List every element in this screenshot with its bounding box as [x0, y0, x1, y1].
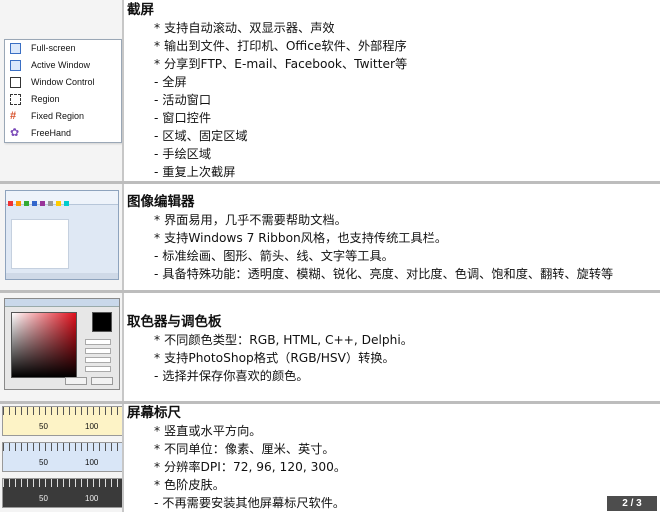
- menu-item-label: Fixed Region: [31, 111, 85, 121]
- feature-line: * 支持PhotoShop格式（RGB/HSV）转换。: [154, 351, 395, 365]
- menu-item-active-window[interactable]: Active Window: [5, 57, 121, 74]
- feature-line: * 不同颜色类型：RGB, HTML, C++, Delphi。: [154, 333, 413, 347]
- ruler-thumbnail-cell: 50 100 50 100 50 100: [0, 404, 124, 512]
- section-title: 取色器与调色板: [127, 314, 222, 330]
- capture-section: 截屏 * 支持自动滚动、双显示器、声效 * 输出到文件、打印机、Office软件…: [127, 1, 660, 181]
- editor-status-bar: [6, 273, 118, 279]
- selected-color-swatch: [92, 312, 112, 332]
- window-icon: [10, 60, 21, 71]
- picker-button: [65, 377, 87, 385]
- menu-item-region[interactable]: Region: [5, 91, 121, 108]
- ruler-label: 50: [39, 422, 48, 431]
- feature-line: - 区域、固定区域: [154, 129, 248, 143]
- editor-screenshot-thumbnail: [5, 190, 119, 280]
- picker-thumbnail-cell: [0, 293, 124, 401]
- value-field: [85, 348, 111, 354]
- menu-item-label: Window Control: [31, 77, 95, 87]
- ribbon-toolbar: [6, 191, 118, 206]
- feature-line: - 手绘区域: [154, 147, 212, 161]
- editor-canvas: [11, 219, 69, 269]
- value-field: [85, 339, 111, 345]
- feature-line: - 标准绘画、图形、箭头、线、文字等工具。: [154, 249, 394, 263]
- feature-line: - 全屏: [154, 75, 187, 89]
- editor-section: 图像编辑器 * 界面易用，几乎不需要帮助文档。 * 支持Windows 7 Ri…: [127, 193, 660, 290]
- feature-line: * 界面易用，几乎不需要帮助文档。: [154, 213, 347, 227]
- ruler-dark: 50 100: [2, 478, 122, 508]
- menu-item-window-control[interactable]: Window Control: [5, 74, 121, 91]
- feature-line: * 支持自动滚动、双显示器、声效: [154, 21, 335, 35]
- menu-item-label: Active Window: [31, 60, 91, 70]
- value-field: [85, 357, 111, 363]
- freehand-icon: ✿: [10, 127, 20, 139]
- feature-line: * 竖直或水平方向。: [154, 424, 262, 438]
- feature-list: * 不同颜色类型：RGB, HTML, C++, Delphi。 * 支持Pho…: [154, 331, 660, 385]
- section-title: 屏幕标尺: [127, 405, 181, 421]
- color-gradient-area: [11, 312, 77, 378]
- feature-line: * 输出到文件、打印机、Office软件、外部程序: [154, 39, 407, 53]
- menu-item-label: Region: [31, 94, 60, 104]
- window-control-icon: [10, 77, 21, 88]
- capture-thumbnail-cell: Full-screen Active Window Window Control…: [0, 0, 124, 181]
- menu-item-full-screen[interactable]: Full-screen: [5, 40, 121, 57]
- feature-line: * 不同单位：像素、厘米、英寸。: [154, 442, 335, 456]
- feature-line: - 具备特殊功能：透明度、模糊、锐化、亮度、对比度、色调、饱和度、翻转、旋转等: [154, 267, 614, 281]
- feature-line: - 活动窗口: [154, 93, 212, 107]
- menu-item-label: Full-screen: [31, 43, 76, 53]
- ruler-label: 50: [39, 494, 48, 503]
- editor-thumbnail-cell: [0, 184, 124, 290]
- ruler-yellow: 50 100: [2, 406, 122, 436]
- menu-item-freehand[interactable]: ✿ FreeHand: [5, 125, 121, 142]
- feature-line: - 重复上次截屏: [154, 165, 236, 179]
- picker-title-bar: [5, 299, 119, 307]
- feature-line: - 不再需要安装其他屏幕标尺软件。: [154, 496, 346, 510]
- feature-line: * 分享到FTP、E-mail、Facebook、Twitter等: [154, 57, 408, 71]
- feature-line: * 色阶皮肤。: [154, 478, 225, 492]
- color-picker-section: 取色器与调色板 * 不同颜色类型：RGB, HTML, C++, Delphi。…: [127, 313, 660, 401]
- ruler-label: 100: [85, 494, 99, 503]
- fixed-region-icon: #: [10, 110, 17, 122]
- ruler-blue: 50 100: [2, 442, 122, 472]
- section-title: 图像编辑器: [127, 194, 195, 210]
- ruler-label: 50: [39, 458, 48, 467]
- region-icon: [10, 94, 21, 105]
- section-title: 截屏: [127, 2, 154, 18]
- monitor-icon: [10, 43, 21, 54]
- feature-list: * 界面易用，几乎不需要帮助文档。 * 支持Windows 7 Ribbon风格…: [154, 211, 660, 283]
- ruler-section: 屏幕标尺 * 竖直或水平方向。 * 不同单位：像素、厘米、英寸。 * 分辨率DP…: [127, 404, 660, 512]
- value-field: [85, 366, 111, 372]
- picker-button: [91, 377, 113, 385]
- feature-line: - 窗口控件: [154, 111, 212, 125]
- capture-menu: Full-screen Active Window Window Control…: [4, 39, 122, 143]
- ruler-label: 100: [85, 458, 99, 467]
- feature-list: * 竖直或水平方向。 * 不同单位：像素、厘米、英寸。 * 分辨率DPI：72,…: [154, 422, 660, 512]
- color-picker-thumbnail: [4, 298, 120, 390]
- feature-line: - 选择并保存你喜欢的颜色。: [154, 369, 309, 383]
- feature-line: * 分辨率DPI：72, 96, 120, 300。: [154, 460, 347, 474]
- feature-line: * 支持Windows 7 Ribbon风格，也支持传统工具栏。: [154, 231, 448, 245]
- ruler-label: 100: [85, 422, 99, 431]
- page-indicator[interactable]: 2 / 3: [607, 496, 657, 511]
- menu-item-label: FreeHand: [31, 128, 72, 138]
- menu-item-fixed-region[interactable]: # Fixed Region: [5, 108, 121, 125]
- feature-list: * 支持自动滚动、双显示器、声效 * 输出到文件、打印机、Office软件、外部…: [154, 19, 660, 181]
